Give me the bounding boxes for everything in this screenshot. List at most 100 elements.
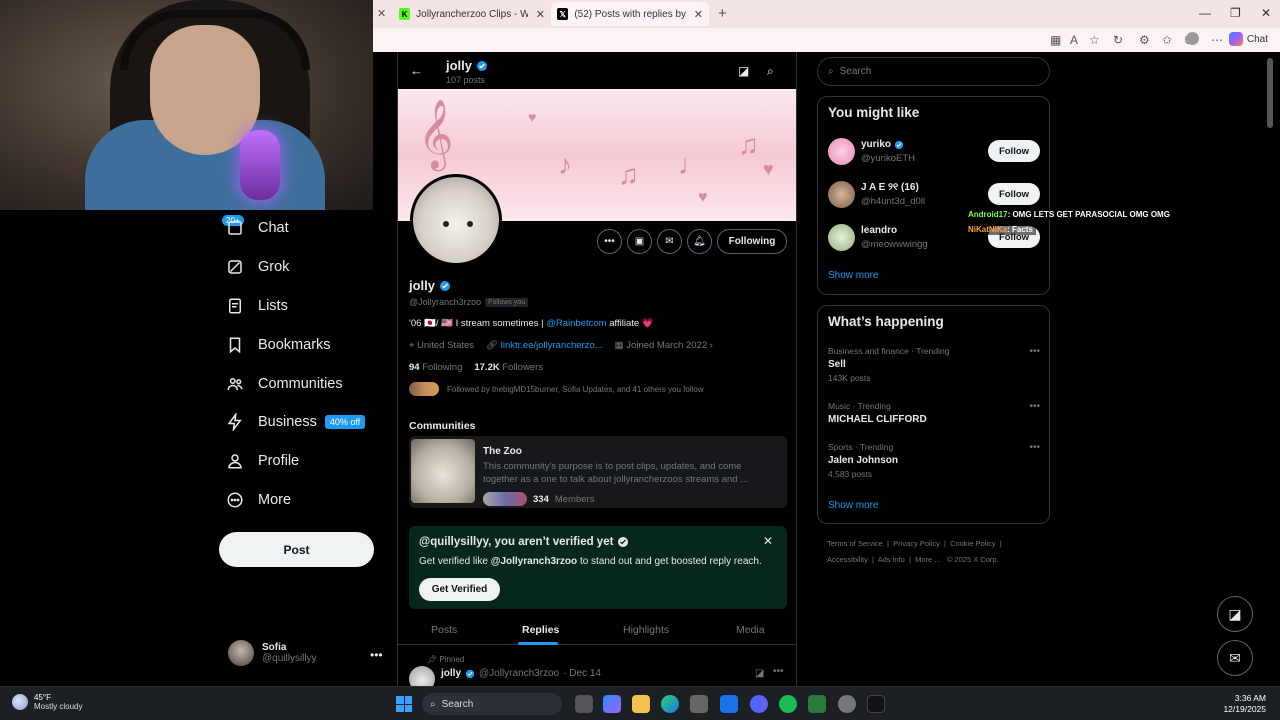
suggestion-handle: @h4unt3d_d0ll: [861, 196, 926, 207]
close-icon[interactable]: ✕: [377, 7, 386, 20]
sidebar-item-more[interactable]: More: [225, 490, 291, 510]
avatar[interactable]: [409, 666, 435, 686]
show-more-link[interactable]: Show more: [828, 500, 879, 511]
browser-tab-clips[interactable]: K Jollyrancherzoo Clips - Watch Live ✕: [393, 2, 551, 26]
follow-button[interactable]: Follow: [988, 140, 1040, 162]
weather-widget[interactable]: 45°F Mostly cloudy: [12, 693, 82, 711]
suggestion-item[interactable]: yuriko @yurikoETH Follow: [828, 138, 1040, 168]
more-dots-icon[interactable]: •••: [370, 648, 383, 662]
back-arrow-icon[interactable]: ←: [410, 63, 423, 78]
footer-link[interactable]: Cookie Policy: [950, 539, 995, 548]
spotify-icon[interactable]: [779, 695, 797, 713]
grok-float-button[interactable]: ◪: [1217, 596, 1253, 632]
trend-item[interactable]: Business and finance · Trending Sell 143…: [828, 346, 1040, 383]
tweet-author[interactable]: jolly: [441, 668, 461, 679]
community-card[interactable]: The Zoo This community's purpose is to p…: [409, 436, 787, 508]
windows-start-icon[interactable]: [396, 696, 412, 712]
edge-browser-icon[interactable]: [661, 695, 679, 713]
subscribe-button[interactable]: ▣: [627, 229, 652, 254]
trend-item[interactable]: Sports · Trending Jalen Johnson 4,583 po…: [828, 442, 1040, 479]
minimize-icon[interactable]: —: [1199, 6, 1211, 20]
scrollbar[interactable]: [1267, 58, 1273, 128]
extensions-icon[interactable]: ⚙: [1139, 33, 1150, 47]
system-clock[interactable]: 3:36 AM 12/19/2025: [1223, 693, 1266, 715]
sidebar-item-communities[interactable]: Communities: [225, 374, 343, 394]
file-explorer-icon[interactable]: [632, 695, 650, 713]
task-view-icon[interactable]: [575, 695, 593, 713]
post-button[interactable]: Post: [219, 532, 374, 567]
mail-app-icon[interactable]: [720, 695, 738, 713]
close-icon[interactable]: ✕: [694, 8, 703, 21]
favorite-star-icon[interactable]: ☆: [1089, 33, 1100, 47]
website-link[interactable]: linktr.ee/jollyrancherzo...: [501, 340, 603, 351]
profile-avatar[interactable]: [410, 174, 502, 266]
more-dots-icon[interactable]: •••: [1029, 401, 1040, 412]
grok-icon[interactable]: ◪: [755, 668, 764, 679]
tab-media[interactable]: Media: [736, 624, 765, 636]
app-icon[interactable]: [808, 695, 826, 713]
browser-tab-profile[interactable]: 𝕏 (52) Posts with replies by jolly (@J ✕: [551, 2, 709, 26]
close-icon[interactable]: ✕: [536, 8, 545, 21]
weather-icon: [12, 694, 28, 710]
new-tab-icon[interactable]: +: [718, 5, 727, 22]
copilot-app-icon[interactable]: [603, 695, 621, 713]
search-input[interactable]: ⌕ Search: [817, 57, 1050, 86]
show-more-link[interactable]: Show more: [828, 270, 879, 281]
sidebar-item-grok[interactable]: Grok: [225, 257, 289, 277]
footer-link[interactable]: Accessibility: [827, 555, 868, 564]
grok-analyze-icon[interactable]: ◪: [738, 64, 749, 78]
clock-time: 3:36 AM: [1234, 693, 1266, 703]
followed-by[interactable]: Followed by thebigMD15burner, Sofia Upda…: [409, 382, 704, 396]
footer-link[interactable]: More ...: [915, 555, 940, 564]
pin-icon: 📌︎: [427, 655, 440, 664]
grid-icon[interactable]: ▦: [1050, 33, 1061, 47]
restore-icon[interactable]: ❐: [1230, 6, 1241, 20]
close-window-icon[interactable]: ✕: [1261, 6, 1271, 20]
sidebar-item-chat[interactable]: Chat: [225, 218, 289, 238]
get-verified-button[interactable]: Get Verified: [419, 578, 500, 601]
sidebar-item-profile[interactable]: Profile: [225, 451, 299, 471]
tab-highlights[interactable]: Highlights: [623, 624, 669, 636]
sidebar-item-bookmarks[interactable]: Bookmarks: [225, 335, 331, 355]
footer-link[interactable]: Ads info: [878, 555, 905, 564]
notify-button[interactable]: 🔔︎: [687, 229, 712, 254]
website[interactable]: 🔗︎ linktr.ee/jollyrancherzo...: [486, 340, 603, 351]
following-link[interactable]: 94 Following: [409, 362, 462, 373]
account-switcher[interactable]: Sofia @quillysillyy: [228, 640, 317, 666]
read-aloud-icon[interactable]: A: [1070, 33, 1078, 47]
close-icon[interactable]: ✕: [763, 534, 773, 548]
taskbar-search[interactable]: ⌕ Search: [422, 693, 562, 715]
copilot-chat-button[interactable]: Chat: [1228, 32, 1268, 46]
tab-posts[interactable]: Posts: [431, 624, 457, 636]
menu-dots-icon[interactable]: ⋯: [1211, 33, 1223, 47]
more-dots-icon[interactable]: •••: [1029, 442, 1040, 453]
followers-link[interactable]: 17.2K Followers: [474, 362, 543, 373]
favorites-icon[interactable]: ✩: [1162, 33, 1172, 47]
discord-icon[interactable]: [750, 695, 768, 713]
suggestion-handle: @yurikoETH: [861, 153, 915, 164]
more-options-button[interactable]: •••: [597, 229, 622, 254]
bio-mention-link[interactable]: @Rainbetcom: [546, 318, 606, 329]
tiktok-icon[interactable]: [867, 695, 885, 713]
store-icon[interactable]: [690, 695, 708, 713]
grok-icon: ◪: [1228, 605, 1242, 622]
profile-avatar-icon[interactable]: [1186, 32, 1199, 45]
follow-button[interactable]: Follow: [988, 183, 1040, 205]
tab-replies[interactable]: Replies: [522, 624, 559, 636]
trend-item[interactable]: Music · Trending MICHAEL CLIFFORD •••: [828, 401, 1040, 425]
messages-float-button[interactable]: ✉: [1217, 640, 1253, 676]
sidebar-item-lists[interactable]: Lists: [225, 296, 288, 316]
settings-icon[interactable]: [838, 695, 856, 713]
footer-link[interactable]: Privacy Policy: [893, 539, 940, 548]
more-dots-icon[interactable]: •••: [773, 666, 784, 677]
more-dots-icon[interactable]: •••: [1029, 346, 1040, 357]
search-icon[interactable]: ⌕: [767, 64, 774, 79]
more-dots-icon: •••: [604, 236, 615, 247]
tweet-date[interactable]: · Dec 14: [563, 668, 601, 679]
message-button[interactable]: ✉: [657, 229, 682, 254]
kick-icon: K: [399, 8, 411, 20]
sidebar-item-business[interactable]: Business 40% off: [225, 412, 366, 432]
following-button[interactable]: Following: [717, 229, 787, 254]
footer-link[interactable]: Terms of Service: [827, 539, 883, 548]
refresh-icon[interactable]: ↻: [1113, 33, 1123, 47]
